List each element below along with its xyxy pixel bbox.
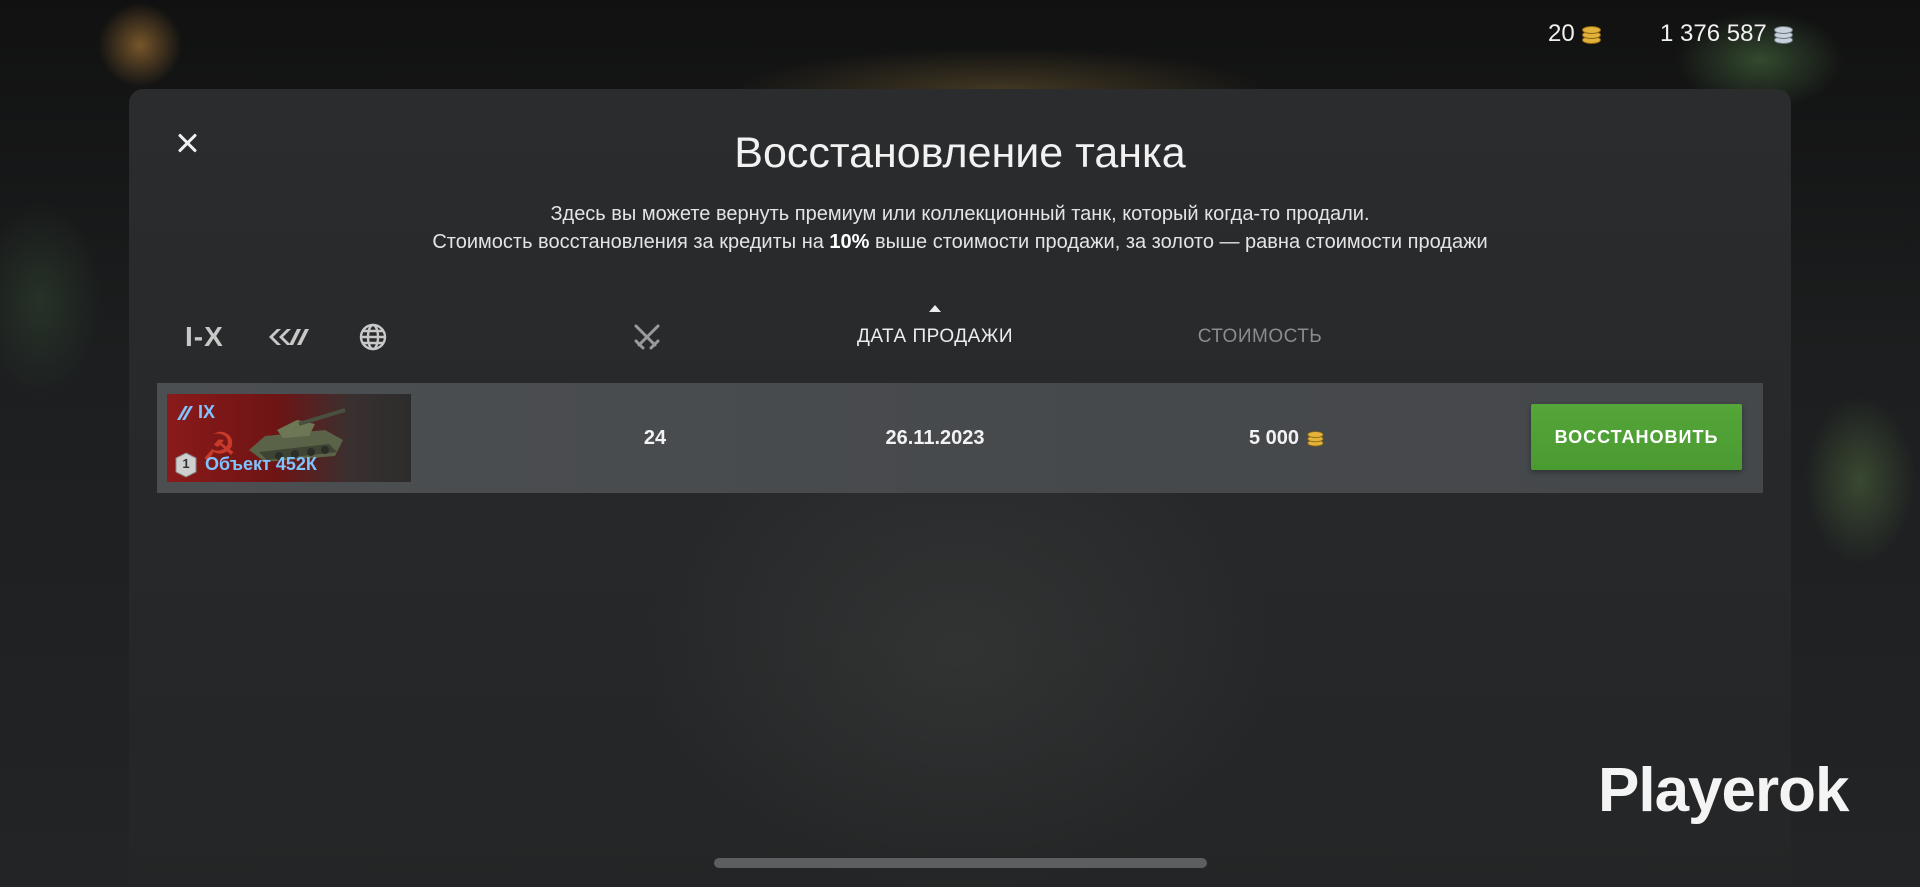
gold-coins-icon xyxy=(1581,25,1601,44)
silver-coins-icon xyxy=(1773,25,1793,44)
dialog-description: Здесь вы можете вернуть премиум или колл… xyxy=(0,200,1920,256)
sale-date: 26.11.2023 xyxy=(885,427,985,449)
gold-amount: 20 xyxy=(1548,20,1575,47)
home-indicator[interactable] xyxy=(714,858,1207,868)
tier-filter-label: I-X xyxy=(185,321,224,352)
description-line-1: Здесь вы можете вернуть премиум или колл… xyxy=(550,203,1370,225)
mastery-badge-number: 1 xyxy=(182,456,190,471)
silver-amount: 1 376 587 xyxy=(1660,20,1767,47)
restore-price: 5 000 xyxy=(1217,426,1357,450)
table-row[interactable]: ☭ IX 1 Объект 452К 24 26.11.2023 5 000 В… xyxy=(157,383,1763,493)
vehicle-type-icon xyxy=(269,329,309,345)
vehicle-type-filter[interactable] xyxy=(267,322,311,352)
battles-count: 24 xyxy=(643,427,667,449)
tank-name: Объект 452К xyxy=(205,453,317,474)
gold-balance: 20 xyxy=(1548,18,1601,50)
game-background: 20 1 376 587 Восстановление танка Здесь … xyxy=(0,0,1920,887)
crossed-swords-icon xyxy=(634,324,660,350)
sale-date-column-header[interactable]: ДАТА ПРОДАЖИ xyxy=(820,322,1050,352)
tier-filter[interactable]: I-X xyxy=(185,321,224,352)
tank-tier-label: IX xyxy=(198,402,216,422)
heavy-tank-class-icon xyxy=(177,405,193,420)
sort-ascending-icon xyxy=(929,305,941,312)
description-text: Стоимость восстановления за кредиты на xyxy=(432,231,830,253)
gold-coins-icon xyxy=(1307,430,1324,447)
description-text-end: выше стоимости продажи, за золото — равн… xyxy=(869,231,1488,253)
price-column-header[interactable]: СТОИМОСТЬ xyxy=(1140,322,1380,352)
globe-icon xyxy=(359,323,387,351)
tank-card[interactable]: ☭ IX 1 Объект 452К xyxy=(167,394,411,482)
description-line-2: Стоимость восстановления за кредиты на 1… xyxy=(0,228,1920,256)
tank-tier: IX xyxy=(175,402,215,423)
silver-balance: 1 376 587 xyxy=(1660,18,1793,50)
nation-filter[interactable] xyxy=(358,322,388,352)
price-value: 5 000 xyxy=(1248,427,1300,449)
battles-column-header[interactable] xyxy=(631,322,663,352)
restore-button[interactable]: ВОССТАНОВИТЬ xyxy=(1531,404,1742,470)
watermark: Playerok xyxy=(1598,756,1850,825)
tank-name-block: 1 Объект 452К xyxy=(175,452,317,478)
description-percent: 10% xyxy=(829,231,870,253)
dialog-title: Восстановление танка xyxy=(734,129,1186,177)
mastery-badge-icon: 1 xyxy=(175,452,197,478)
